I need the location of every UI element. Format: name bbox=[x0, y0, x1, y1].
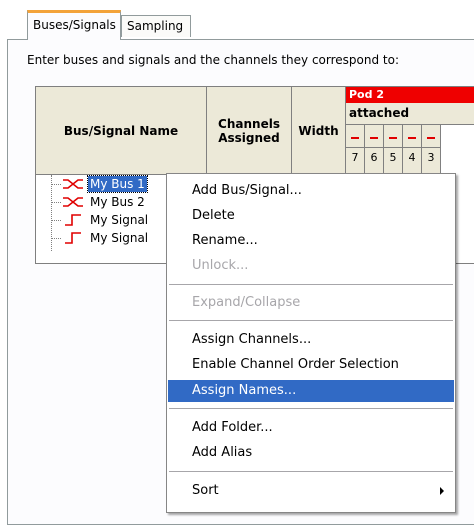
bit-dash-mark bbox=[408, 137, 416, 139]
bit-number: 4 bbox=[403, 147, 421, 164]
column-header-width[interactable]: Width bbox=[292, 87, 346, 175]
menu-item-delete[interactable]: Delete bbox=[168, 205, 454, 227]
bit-dash-mark bbox=[427, 137, 435, 139]
context-menu: Add Bus/Signal... Delete Rename... Unloc… bbox=[166, 173, 456, 513]
tree-branch-line bbox=[51, 238, 61, 239]
channels-header-line2: Assigned bbox=[218, 130, 280, 145]
signal-icon bbox=[65, 214, 81, 226]
menu-item-add-folder[interactable]: Add Folder... bbox=[168, 417, 454, 439]
bit-number: 7 bbox=[346, 147, 364, 164]
tree-row-label: My Signal bbox=[90, 231, 149, 245]
menu-item-unlock: Unlock... bbox=[192, 258, 249, 273]
tree-branch-line bbox=[51, 220, 61, 221]
menu-item-add-alias[interactable]: Add Alias bbox=[168, 442, 454, 464]
instruction-text: Enter buses and signals and the channels… bbox=[27, 53, 400, 67]
menu-item-assign-names[interactable]: Assign Names... bbox=[168, 380, 454, 402]
tab-bar: Buses/Signals Sampling bbox=[0, 0, 474, 40]
menu-separator bbox=[169, 471, 453, 472]
bus-icon bbox=[63, 179, 83, 189]
tree-row-label: My Bus 1 bbox=[87, 175, 148, 193]
menu-separator bbox=[169, 408, 453, 409]
pod-status: attached bbox=[346, 103, 474, 125]
pod-bit-column[interactable]: 4 bbox=[403, 125, 422, 175]
menu-separator bbox=[169, 284, 453, 285]
bit-dash-mark bbox=[370, 137, 378, 139]
menu-item-rename[interactable]: Rename... bbox=[168, 230, 454, 252]
menu-item-sort-label: Sort bbox=[192, 483, 219, 498]
bit-number: 3 bbox=[422, 147, 440, 164]
pod-bit-column[interactable]: 6 bbox=[365, 125, 384, 175]
pod-bit-column[interactable]: 3 bbox=[422, 125, 441, 175]
pod-bit-column[interactable]: 7 bbox=[346, 125, 365, 175]
signal-icon bbox=[65, 232, 81, 244]
tab-buses-signals[interactable]: Buses/Signals bbox=[27, 10, 121, 40]
bit-dash-mark bbox=[351, 137, 359, 139]
menu-item-assign-channels[interactable]: Assign Channels... bbox=[168, 329, 454, 351]
bit-number: 5 bbox=[384, 147, 402, 164]
menu-item-sort[interactable]: Sort bbox=[168, 480, 454, 502]
menu-item-enable-channel-order[interactable]: Enable Channel Order Selection bbox=[168, 354, 454, 376]
tree-branch-line bbox=[51, 202, 61, 203]
submenu-arrow-icon bbox=[440, 487, 444, 495]
tree-row-label: My Bus 2 bbox=[90, 195, 145, 209]
tree-guide-line bbox=[51, 175, 52, 251]
pod-header: Pod 2 bbox=[346, 87, 474, 103]
menu-item-expand-collapse: Expand/Collapse bbox=[192, 295, 301, 310]
menu-item-add-bus-signal[interactable]: Add Bus/Signal... bbox=[168, 180, 454, 202]
column-header-channels[interactable]: Channels Assigned bbox=[207, 87, 292, 175]
tab-sampling[interactable]: Sampling bbox=[121, 15, 191, 37]
pod-bit-column[interactable]: 5 bbox=[384, 125, 403, 175]
bit-number: 6 bbox=[365, 147, 383, 164]
tree-branch-line bbox=[51, 184, 61, 185]
menu-separator bbox=[169, 320, 453, 321]
bit-dash-mark bbox=[389, 137, 397, 139]
column-header-name[interactable]: Bus/Signal Name bbox=[36, 87, 207, 175]
bus-icon bbox=[63, 197, 83, 207]
channels-header-line1: Channels bbox=[218, 116, 280, 131]
tree-row-label: My Signal bbox=[90, 213, 149, 227]
